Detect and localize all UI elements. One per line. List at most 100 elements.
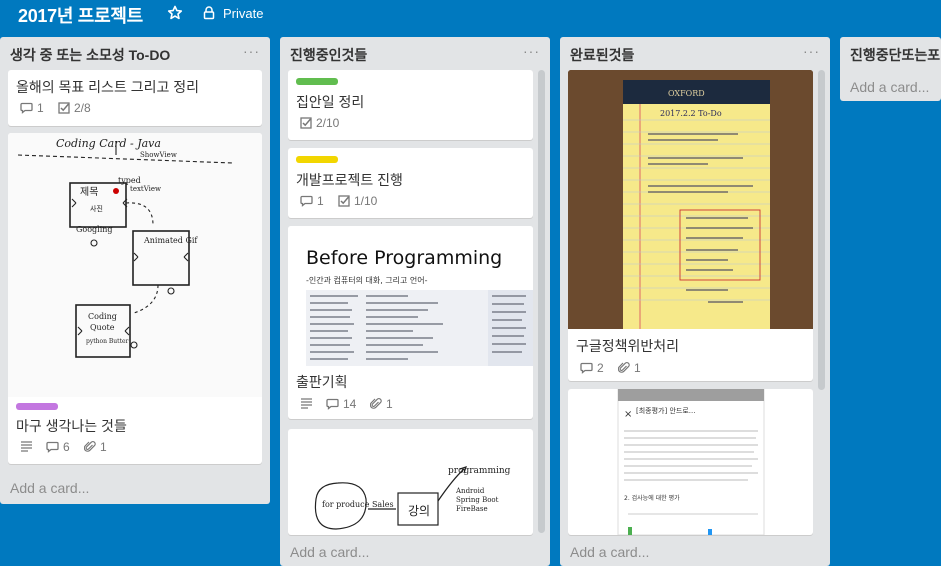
- list-title[interactable]: 진행중인것들: [290, 45, 367, 65]
- comment-count: 14: [343, 397, 357, 411]
- add-card-button[interactable]: Add a card...: [290, 544, 369, 560]
- phone-title: [최종평가] 안드로...: [636, 406, 695, 415]
- comment-count: 1: [37, 101, 44, 115]
- list-scrollbar[interactable]: [538, 70, 545, 533]
- sketch-node1: for produce Sales: [322, 500, 394, 509]
- add-card-button[interactable]: Add a card...: [10, 480, 89, 496]
- checklist-icon: [58, 102, 70, 114]
- list-stopped: 진행중단또는포 Add a card...: [840, 37, 941, 101]
- checklist-badge: 1/10: [338, 194, 377, 208]
- lock-icon: [203, 6, 215, 20]
- attachment-count: 1: [100, 440, 107, 454]
- card-cover-image: Before Programming -인간과 컴퓨터의 대화, 그리고 언어-: [288, 226, 533, 366]
- checklist-badge: 2/8: [58, 101, 91, 115]
- comment-icon: [46, 441, 59, 453]
- visibility-button[interactable]: Private: [223, 6, 263, 21]
- attachment-count: 1: [386, 397, 393, 411]
- paperclip-icon: [370, 398, 382, 409]
- label-purple: [16, 403, 58, 410]
- sketch-box3-line1: Coding: [88, 312, 117, 321]
- card[interactable]: Before Programming -인간과 컴퓨터의 대화, 그리고 언어-: [288, 226, 533, 419]
- notebook-date: 2017.2.2 To-Do: [660, 109, 722, 118]
- sketch-textview: textView: [130, 185, 161, 193]
- card[interactable]: Coding Card - Java ShowView typed textVi…: [8, 133, 262, 464]
- sketch-item2: Spring Boot: [456, 496, 499, 504]
- checklist-count: 2/10: [316, 116, 340, 130]
- list-todo: 생각 중 또는 소모성 To-DO ··· 올해의 목표 리스트 그리고 정리 …: [0, 37, 270, 504]
- card-title: 마구 생각나는 것들: [16, 418, 127, 434]
- checklist-icon: [300, 117, 312, 129]
- card-title: 개발프로젝트 진행: [296, 172, 403, 188]
- attachment-badge: 1: [370, 397, 393, 411]
- card-cover-image: OXFORD 2017.2.2 To-Do: [568, 70, 813, 329]
- attachment-count: 1: [634, 361, 641, 375]
- sketch-heading: Coding Card - Java: [56, 137, 161, 150]
- card-title: 구글정책위반처리: [576, 338, 680, 354]
- list-done: 완료된것들 ··· OXFORD 2017.2.2 To-Do 구글정책위반처리…: [560, 37, 830, 566]
- card[interactable]: OXFORD 2017.2.2 To-Do 구글정책위반처리 2 1: [568, 70, 813, 381]
- star-icon[interactable]: [167, 5, 183, 21]
- list-menu-button[interactable]: ···: [523, 43, 540, 59]
- card[interactable]: 올해의 목표 리스트 그리고 정리 1 2/8: [8, 70, 262, 126]
- sketch-node3: programming: [448, 466, 511, 476]
- comment-count: 6: [63, 440, 70, 454]
- sketch-box1-line3: Googling: [76, 225, 113, 234]
- comment-icon: [20, 102, 33, 114]
- card[interactable]: 개발프로젝트 진행 1 1/10: [288, 148, 533, 218]
- label-green: [296, 78, 338, 85]
- sketch-showview: ShowView: [140, 151, 177, 159]
- list-menu-button[interactable]: ···: [243, 43, 260, 59]
- attachment-badge: 1: [618, 361, 641, 375]
- sketch-image: for produce Sales 강의 programming Android…: [314, 466, 511, 530]
- book-cover-image: Before Programming -인간과 컴퓨터의 대화, 그리고 언어-: [306, 247, 533, 366]
- sketch-typed: typed: [118, 176, 141, 185]
- attachment-badge: 1: [84, 440, 107, 454]
- comment-badge: 1: [20, 101, 44, 115]
- list-in-progress: 진행중인것들 ··· 집안일 정리 2/10 개발프로젝트 진행 1 1/10 …: [280, 37, 550, 566]
- cover-heading: Before Programming: [306, 247, 502, 269]
- comment-badge: 1: [300, 194, 324, 208]
- sketch-item3: FireBase: [456, 505, 488, 513]
- list-title[interactable]: 완료된것들: [570, 45, 634, 65]
- description-badge: [300, 397, 313, 409]
- sketch-box3-line3: python Butter: [86, 338, 129, 345]
- list-title[interactable]: 진행중단또는포: [850, 45, 940, 65]
- card[interactable]: for produce Sales 강의 programming Android…: [288, 429, 533, 535]
- comment-badge: 14: [326, 397, 356, 411]
- notebook-brand: OXFORD: [668, 89, 705, 98]
- description-icon: [21, 441, 32, 452]
- checklist-count: 1/10: [354, 194, 378, 208]
- add-card-button[interactable]: Add a card...: [570, 544, 649, 560]
- checklist-count: 2/8: [74, 101, 91, 115]
- phone-screenshot: × [최종평가] 안드로... 2. 검사능에 대한 평가: [617, 389, 765, 535]
- board-header: 2017년 프로젝트 Private: [0, 0, 941, 30]
- sketch-box1-line1: 제목: [80, 186, 98, 198]
- comment-badge: 6: [46, 440, 70, 454]
- comment-badge: 2: [580, 361, 604, 375]
- card[interactable]: 집안일 정리 2/10: [288, 70, 533, 140]
- list-title[interactable]: 생각 중 또는 소모성 To-DO: [10, 45, 170, 65]
- sketch-box3-line2: Quote: [90, 323, 115, 332]
- sketch-box1-line2: 사진: [90, 204, 103, 213]
- comment-count: 2: [597, 361, 604, 375]
- notebook-photo: OXFORD 2017.2.2 To-Do: [568, 70, 813, 329]
- add-card-button[interactable]: Add a card...: [850, 79, 929, 95]
- checklist-icon: [338, 195, 350, 207]
- label-yellow: [296, 156, 338, 163]
- comment-icon: [326, 398, 339, 410]
- description-badge: [20, 440, 33, 452]
- comment-icon: [580, 362, 593, 374]
- paperclip-icon: [618, 362, 630, 373]
- card-cover-image: Coding Card - Java ShowView typed textVi…: [8, 133, 262, 397]
- sketch-item1: Android: [455, 487, 485, 495]
- board-title[interactable]: 2017년 프로젝트: [18, 2, 143, 28]
- sketch-image: Coding Card - Java ShowView typed textVi…: [17, 137, 234, 358]
- phone-section: 2. 검사능에 대한 평가: [624, 494, 680, 502]
- list-scrollbar[interactable]: [818, 70, 825, 390]
- description-icon: [301, 398, 312, 409]
- paperclip-icon: [84, 441, 96, 452]
- card[interactable]: × [최종평가] 안드로... 2. 검사능에 대한 평가: [568, 389, 813, 535]
- list-menu-button[interactable]: ···: [803, 43, 820, 59]
- comment-count: 1: [317, 194, 324, 208]
- sketch-box2: Animated Gif: [143, 236, 198, 245]
